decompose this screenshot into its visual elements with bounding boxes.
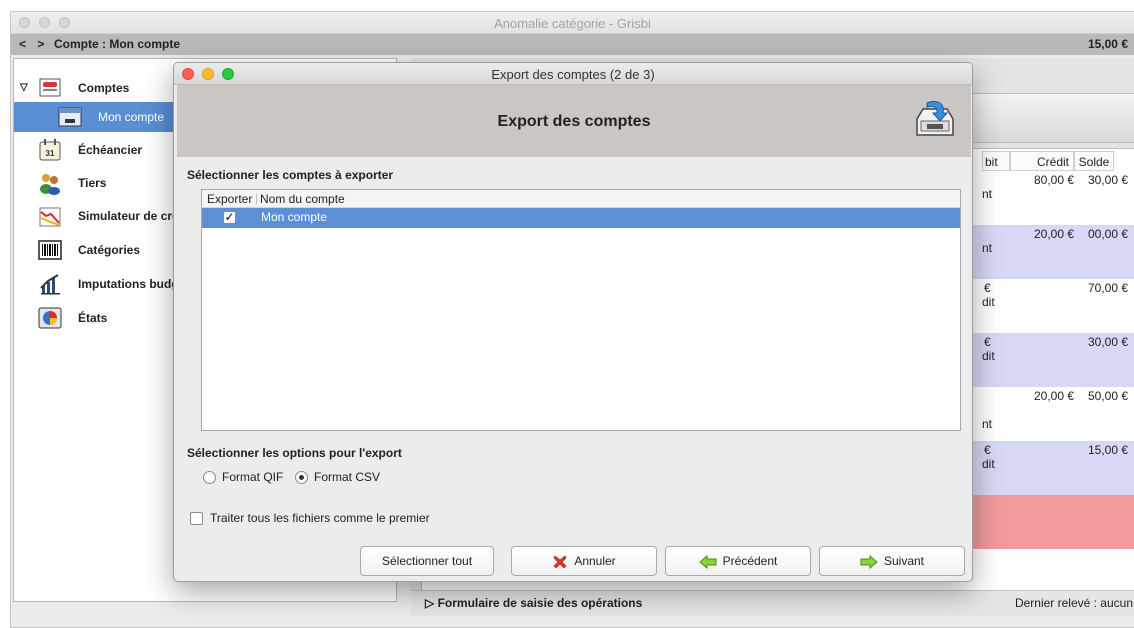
sidebar-item-label: Imputations budg	[78, 277, 179, 291]
select-all-label: Sélectionner tout	[381, 554, 473, 568]
row-cell: nt	[982, 241, 993, 255]
solde-cell: 00,00 €	[1088, 227, 1129, 241]
row-cell: dit	[982, 349, 995, 363]
pie-report-icon	[38, 307, 62, 329]
export-icon	[916, 100, 954, 136]
row-cell: €	[984, 281, 991, 295]
credit-cell: 80,00 €	[1034, 173, 1075, 187]
accounts-icon	[39, 78, 61, 97]
svg-text:31: 31	[46, 149, 55, 158]
disclosure-triangle-icon[interactable]: ▽	[20, 82, 28, 93]
sidebar-item-label: Tiers	[78, 176, 107, 190]
status-bar: ▷ Formulaire de saisie des opérations De…	[411, 590, 1134, 616]
sidebar-item-label: Simulateur de cré	[78, 209, 179, 223]
row-cell: dit	[982, 295, 995, 309]
cancel-button[interactable]: Annuler	[511, 546, 657, 576]
form-toggle[interactable]: ▷ Formulaire de saisie des opérations	[425, 596, 642, 610]
dialog-header-title: Export des comptes	[497, 113, 651, 130]
account-balance: 15,00 €	[1087, 37, 1128, 51]
column-header-debit[interactable]: bit	[982, 151, 1010, 171]
solde-cell: 30,00 €	[1088, 335, 1129, 349]
export-dialog: Export des comptes (2 de 3) Export des c…	[173, 62, 973, 582]
barcode-icon	[38, 240, 62, 260]
sidebar-item-label: Échéancier	[78, 143, 143, 157]
solde-cell: 30,00 €	[1088, 173, 1129, 187]
dialog-titlebar: Export des comptes (2 de 3)	[174, 63, 972, 85]
credit-cell: 20,00 €	[1034, 389, 1075, 403]
dialog-header: Export des comptes	[177, 85, 971, 157]
next-label: Suivant	[883, 554, 925, 568]
sidebar-item-label: Catégories	[78, 243, 141, 257]
radio-dot	[299, 475, 304, 480]
column-header-name[interactable]: Nom du compte	[260, 192, 345, 206]
sidebar-item-label: États	[78, 311, 108, 325]
window-title: Anomalie catégorie - Grisbi	[494, 16, 651, 31]
solde-cell: 50,00 €	[1088, 389, 1129, 403]
sidebar-item-label: Comptes	[78, 81, 130, 95]
column-divider: |	[255, 191, 259, 205]
column-header-credit[interactable]: Crédit	[1010, 151, 1074, 171]
solde-cell: 15,00 €	[1088, 443, 1129, 457]
credit-cell: 20,00 €	[1034, 227, 1075, 241]
format-qif-radio[interactable]	[203, 471, 216, 484]
format-qif-label[interactable]: Format QIF	[222, 470, 283, 484]
column-header-solde[interactable]: Solde	[1074, 151, 1114, 171]
format-csv-label[interactable]: Format CSV	[314, 470, 380, 484]
select-all-button[interactable]: Sélectionner tout	[360, 546, 494, 576]
next-button[interactable]: Suivant	[819, 546, 965, 576]
row-cell: nt	[982, 187, 993, 201]
cancel-label: Annuler	[574, 554, 616, 568]
options-section-label: Sélectionner les options pour l'export	[187, 446, 402, 460]
accounts-list-header: Exporter | Nom du compte	[202, 190, 960, 208]
account-nav-bar: < > Compte : Mon compte 15,00 €	[11, 34, 1134, 55]
people-icon	[40, 174, 60, 195]
dialog-title: Export des comptes (2 de 3)	[491, 67, 655, 82]
accounts-section-label: Sélectionner les comptes à exporter	[187, 168, 394, 182]
format-csv-radio[interactable]	[295, 471, 308, 484]
arrow-right-icon	[860, 554, 878, 569]
treat-all-label[interactable]: Traiter tous les fichiers comme le premi…	[210, 511, 430, 525]
back-forward-icon[interactable]: < >	[19, 37, 48, 51]
row-cell: €	[984, 335, 991, 349]
column-header-export[interactable]: Exporter	[207, 192, 252, 206]
previous-button[interactable]: Précédent	[665, 546, 811, 576]
account-path: Compte : Mon compte	[54, 37, 180, 51]
export-checkbox[interactable]: ✓	[223, 211, 236, 224]
sidebar-item-label: Mon compte	[98, 110, 165, 124]
row-cell: dit	[982, 457, 995, 471]
row-cell: nt	[982, 417, 993, 431]
list-item[interactable]: ✓ Mon compte	[202, 208, 960, 228]
last-statement: Dernier relevé : aucun	[1014, 596, 1133, 610]
main-titlebar: Anomalie catégorie - Grisbi	[11, 12, 1134, 34]
accounts-list[interactable]: Exporter | Nom du compte ✓ Mon compte	[201, 189, 961, 431]
previous-label: Précédent	[722, 554, 778, 568]
cancel-icon	[553, 555, 567, 569]
solde-cell: 70,00 €	[1088, 281, 1129, 295]
budget-chart-icon	[40, 274, 60, 295]
account-name: Mon compte	[261, 210, 328, 224]
calendar-icon: 31	[39, 139, 61, 161]
chart-icon	[39, 207, 61, 227]
row-cell: €	[984, 443, 991, 457]
treat-all-checkbox[interactable]	[190, 512, 203, 525]
arrow-left-icon	[698, 554, 717, 569]
form-toggle-label: Formulaire de saisie des opérations	[437, 596, 643, 610]
account-card-icon	[58, 107, 82, 127]
